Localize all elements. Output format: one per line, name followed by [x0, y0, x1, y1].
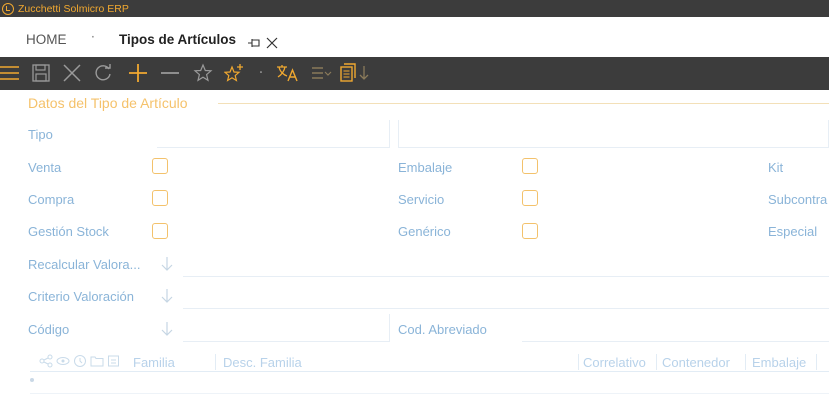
grid-col-divider	[656, 354, 657, 370]
share-icon[interactable]	[39, 354, 53, 368]
kit-label: Kit	[768, 160, 784, 175]
recalcular-lookup-arrow-icon[interactable]	[160, 256, 174, 272]
documents-icon[interactable]	[339, 62, 371, 84]
recalcular-valoracion-label: Recalcular Valora...	[28, 257, 141, 272]
breadcrumb: HOME · Tipos de Artículos	[0, 17, 829, 57]
folder-icon[interactable]	[90, 354, 104, 368]
tipo-field[interactable]	[157, 120, 390, 148]
list-options-icon[interactable]	[310, 62, 332, 84]
edit-grid-icon[interactable]	[107, 354, 121, 368]
grid-col-embalaje[interactable]: Embalaje	[752, 355, 806, 370]
generico-checkbox[interactable]	[522, 223, 538, 239]
tipo-description-field[interactable]	[398, 120, 829, 148]
grid-col-desc-familia[interactable]: Desc. Familia	[223, 355, 302, 370]
codigo-field[interactable]	[183, 314, 390, 342]
venta-checkbox[interactable]	[152, 158, 168, 174]
new-favorite-icon[interactable]	[224, 62, 246, 84]
history-icon[interactable]	[73, 354, 87, 368]
grid-col-divider	[745, 354, 746, 370]
window-title: Zucchetti Solmicro ERP	[18, 2, 129, 15]
gestion-stock-checkbox[interactable]	[152, 223, 168, 239]
grid-col-divider	[215, 354, 216, 370]
grid-col-divider	[578, 354, 579, 370]
criterio-valoracion-field[interactable]	[183, 282, 829, 309]
window-titlebar: Zucchetti Solmicro ERP	[0, 0, 829, 17]
cod-abreviado-label: Cod. Abreviado	[398, 322, 487, 337]
codigo-label: Código	[28, 322, 70, 337]
toolbar-separator: ·	[258, 65, 264, 81]
recalcular-valoracion-field[interactable]	[183, 250, 829, 277]
subcontratacion-label: Subcontra	[768, 192, 828, 207]
cancel-icon[interactable]	[62, 62, 82, 84]
tab-tipos-de-articulos[interactable]: Tipos de Artículos	[119, 32, 236, 47]
grid-col-contenedor[interactable]: Contenedor	[662, 355, 730, 370]
pin-tab-icon[interactable]	[247, 34, 261, 47]
refresh-icon[interactable]	[93, 62, 113, 84]
save-icon[interactable]	[31, 62, 51, 84]
compra-checkbox[interactable]	[152, 190, 168, 206]
grid-col-familia[interactable]: Familia	[133, 355, 175, 370]
view-icon[interactable]	[56, 354, 70, 368]
grid-toolbar	[39, 354, 121, 368]
remove-icon[interactable]	[159, 62, 181, 84]
app-logo-icon	[2, 2, 14, 15]
cod-abreviado-field[interactable]	[522, 314, 829, 342]
breadcrumb-separator: ·	[91, 30, 95, 44]
embalaje-checkbox[interactable]	[522, 158, 538, 174]
tab-home[interactable]: HOME	[26, 32, 67, 47]
translate-icon[interactable]	[276, 62, 300, 84]
criterio-valoracion-label: Criterio Valoración	[28, 289, 134, 304]
form-panel: Datos del Tipo de Artículo Tipo Venta Em…	[0, 90, 829, 408]
criterio-lookup-arrow-icon[interactable]	[160, 288, 174, 304]
section-divider	[218, 103, 829, 104]
especial-label: Especial	[768, 224, 818, 239]
generico-label: Genérico	[398, 224, 451, 239]
embalaje-label: Embalaje	[398, 160, 453, 175]
servicio-checkbox[interactable]	[522, 190, 538, 206]
section-title: Datos del Tipo de Artículo	[28, 95, 193, 111]
grid-col-correlativo[interactable]: Correlativo	[583, 355, 646, 370]
add-icon[interactable]	[127, 62, 149, 84]
grid-row-indicator	[30, 378, 34, 382]
favorite-icon[interactable]	[193, 62, 213, 84]
grid-col-divider	[816, 354, 817, 370]
venta-label: Venta	[28, 160, 62, 175]
compra-label: Compra	[28, 192, 75, 207]
menu-icon[interactable]	[0, 62, 22, 84]
toolbar: ·	[0, 57, 829, 90]
codigo-lookup-arrow-icon[interactable]	[160, 321, 174, 337]
grid-divider	[30, 393, 829, 394]
gestion-stock-label: Gestión Stock	[28, 224, 109, 239]
servicio-label: Servicio	[398, 192, 445, 207]
tipo-label: Tipo	[28, 127, 53, 142]
familia-grid-header: Familia Desc. Familia Correlativo Conten…	[30, 352, 829, 372]
close-tab-icon[interactable]	[266, 34, 278, 49]
